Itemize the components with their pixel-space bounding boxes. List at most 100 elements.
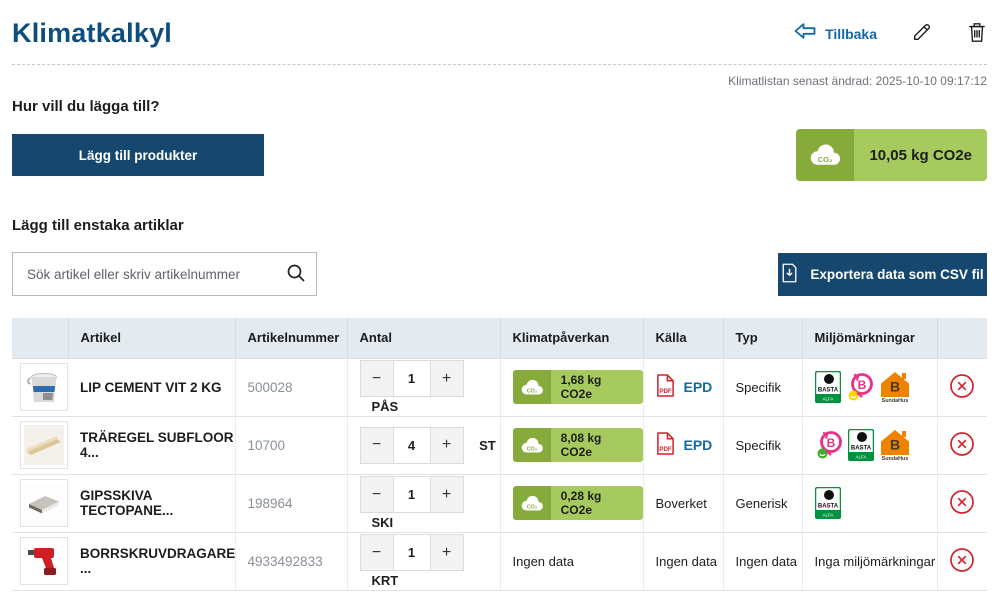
svg-text:CO₂: CO₂ xyxy=(526,504,537,510)
total-co2-value: 10,05 kg CO2e xyxy=(854,129,987,181)
epd-link[interactable]: EPD xyxy=(684,379,713,395)
increase-quantity-button[interactable]: + xyxy=(430,534,464,571)
search-icon xyxy=(286,263,306,286)
article-number: 500028 xyxy=(248,380,293,395)
remove-icon xyxy=(949,373,975,402)
last-modified-text: Klimatlistan senast ändrad: 2025-10-10 0… xyxy=(12,74,987,88)
product-name: LIP CEMENT VIT 2 KG xyxy=(80,380,222,395)
co2-badge: CO₂ 0,28 kg CO2e xyxy=(513,486,643,520)
svg-text:PDF: PDF xyxy=(659,446,672,453)
increase-quantity-button[interactable]: + xyxy=(430,476,464,513)
svg-text:B: B xyxy=(826,436,835,450)
sundahus-icon: BSundaHus xyxy=(879,429,911,461)
svg-text:B: B xyxy=(857,378,866,392)
decrease-quantity-button[interactable]: − xyxy=(360,534,394,571)
basta-icon: BASTAALFA xyxy=(815,487,841,519)
delete-button[interactable] xyxy=(967,21,987,46)
table-row: TRÄREGEL SUBFLOOR 4... 10700 −4+ ST CO₂ 8… xyxy=(12,416,987,474)
decrease-quantity-button[interactable]: − xyxy=(360,476,394,513)
svg-text:CO₂: CO₂ xyxy=(818,155,833,164)
co2-cloud-icon: CO₂ xyxy=(513,486,551,520)
remove-icon xyxy=(949,547,975,576)
co2-value: 0,28 kg CO2e xyxy=(551,486,643,520)
unit-label: ST xyxy=(479,438,496,453)
co2-value: 1,68 kg CO2e xyxy=(551,370,643,404)
sundahus-icon: BSundaHus xyxy=(879,371,911,403)
search-box xyxy=(12,252,317,296)
quantity-value[interactable]: 1 xyxy=(394,360,430,397)
co2-badge: CO₂ 8,08 kg CO2e xyxy=(513,428,643,462)
svg-text:ALFA: ALFA xyxy=(822,397,833,402)
increase-quantity-button[interactable]: + xyxy=(430,427,464,464)
remove-row-button[interactable] xyxy=(949,431,975,460)
svg-text:SundaHus: SundaHus xyxy=(881,398,908,403)
no-eco-labels-text: Inga miljömärkningar xyxy=(815,554,936,569)
svg-text:BASTA: BASTA xyxy=(817,388,838,394)
unit-label: KRT xyxy=(372,573,399,588)
export-csv-label: Exportera data som CSV fil xyxy=(810,267,983,282)
product-name: GIPSSKIVA TECTOPANE... xyxy=(80,488,173,518)
source-text: Boverket xyxy=(656,496,707,511)
table-row: GIPSSKIVA TECTOPANE... 198964 −1+ SKI CO… xyxy=(12,474,987,532)
search-button[interactable] xyxy=(286,263,306,286)
svg-text:CO₂: CO₂ xyxy=(526,446,537,452)
top-actions: Tillbaka xyxy=(793,21,987,46)
back-link[interactable]: Tillbaka xyxy=(793,22,877,45)
table-header-row: Artikel Artikelnummer Antal Klimatpåverk… xyxy=(12,318,987,358)
export-csv-button[interactable]: Exportera data som CSV fil xyxy=(778,253,987,296)
pencil-icon xyxy=(911,21,933,46)
unit-label: SKI xyxy=(372,515,394,530)
basta-icon: BASTA ALFA xyxy=(848,429,874,461)
add-products-button[interactable]: Lägg till produkter xyxy=(12,134,264,176)
remove-row-button[interactable] xyxy=(949,489,975,518)
add-question-heading: Hur vill du lägga till? xyxy=(12,98,987,115)
increase-quantity-button[interactable]: + xyxy=(430,360,464,397)
quantity-stepper: −1+ xyxy=(360,476,464,513)
remove-row-button[interactable] xyxy=(949,547,975,576)
svg-text:CO₂: CO₂ xyxy=(526,388,537,394)
svg-text:ALFA: ALFA xyxy=(822,513,833,518)
byggvarubedomningen-icon: B xyxy=(846,371,874,403)
col-kalla: Källa xyxy=(643,318,723,358)
col-typ: Typ xyxy=(723,318,802,358)
co2-cloud-icon: CO₂ xyxy=(796,129,854,181)
quantity-stepper: −1+ xyxy=(360,360,464,397)
source-text: Ingen data xyxy=(656,554,717,569)
remove-icon xyxy=(949,489,975,518)
search-input[interactable] xyxy=(27,267,286,282)
download-icon xyxy=(781,263,798,286)
edit-button[interactable] xyxy=(911,21,933,46)
co2-cloud-icon: CO₂ xyxy=(513,370,551,404)
col-artikel: Artikel xyxy=(68,318,235,358)
product-thumbnail xyxy=(20,537,68,585)
quantity-stepper: −4+ xyxy=(360,427,464,464)
quantity-stepper: −1+ xyxy=(360,534,464,571)
co2-value: 8,08 kg CO2e xyxy=(551,428,643,462)
quantity-value[interactable]: 1 xyxy=(394,476,430,513)
decrease-quantity-button[interactable]: − xyxy=(360,360,394,397)
svg-text:BASTA: BASTA xyxy=(850,446,871,452)
quantity-value[interactable]: 1 xyxy=(394,534,430,571)
klimatkalkyl-page: Klimatkalkyl Tillbaka Klimatlistan senas… xyxy=(0,0,999,591)
single-articles-heading: Lägg till enstaka artiklar xyxy=(12,217,987,234)
remove-icon xyxy=(949,431,975,460)
type-text: Specifik xyxy=(736,380,782,395)
svg-text:ALFA: ALFA xyxy=(855,455,866,460)
product-thumbnail xyxy=(20,363,68,411)
article-number: 198964 xyxy=(248,496,293,511)
type-text: Specifik xyxy=(736,438,782,453)
product-thumbnail xyxy=(20,479,68,527)
decrease-quantity-button[interactable]: − xyxy=(360,427,394,464)
article-number: 10700 xyxy=(248,438,286,453)
quantity-value[interactable]: 4 xyxy=(394,427,430,464)
product-name: TRÄREGEL SUBFLOOR 4... xyxy=(80,430,234,460)
svg-text:B: B xyxy=(889,437,899,453)
svg-text:PDF: PDF xyxy=(659,388,672,395)
co2-cloud-icon: CO₂ xyxy=(513,428,551,462)
epd-link[interactable]: EPD xyxy=(684,437,713,453)
col-thumbnail xyxy=(12,318,68,358)
co2-badge: CO₂ 1,68 kg CO2e xyxy=(513,370,643,404)
remove-row-button[interactable] xyxy=(949,373,975,402)
type-text: Generisk xyxy=(736,496,788,511)
type-text: Ingen data xyxy=(736,554,797,569)
